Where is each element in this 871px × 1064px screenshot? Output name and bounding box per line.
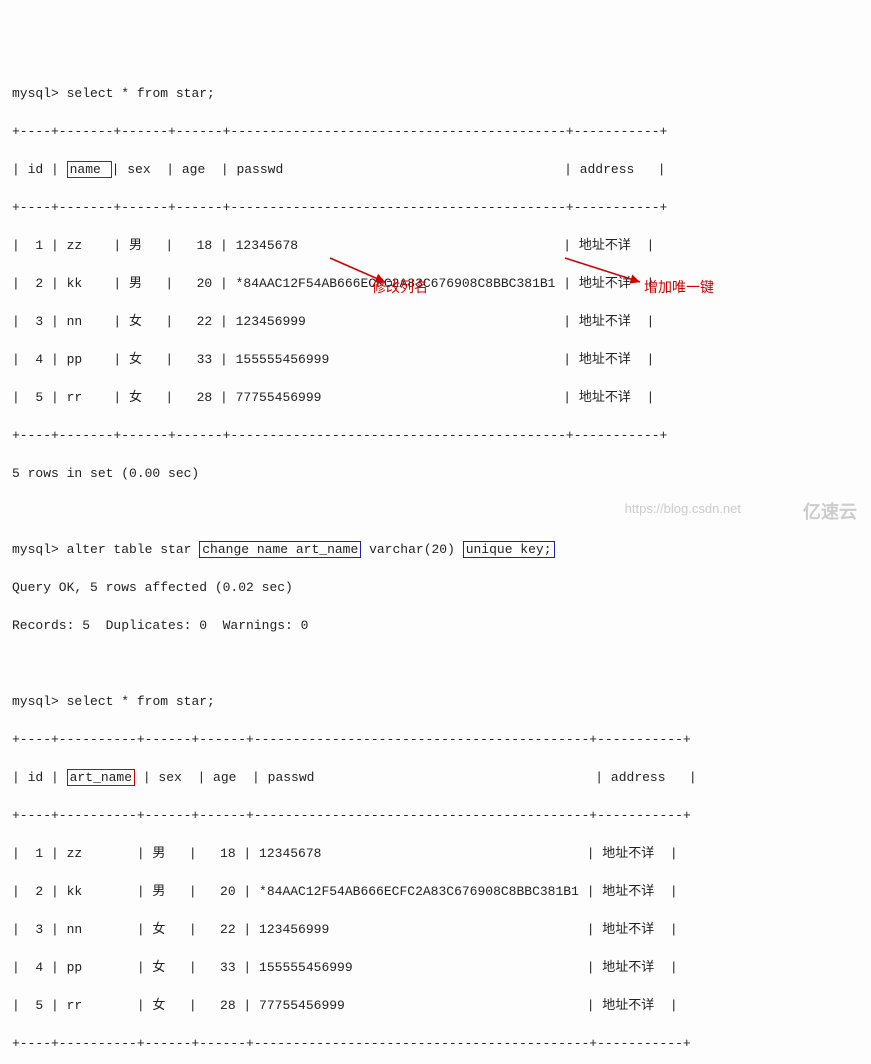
- table-row: | 3 | nn | 女 | 22 | 123456999 | 地址不详 |: [12, 920, 863, 939]
- logo-text: 亿速云: [803, 503, 857, 522]
- arrow-right-icon: [560, 256, 650, 288]
- records-info: Records: 5 Duplicates: 0 Warnings: 0: [12, 616, 863, 635]
- annotation-unique-key: 增加唯一键: [644, 280, 714, 299]
- watermark-text: https://blog.csdn.net: [625, 499, 741, 518]
- table-row: | 2 | kk | 男 | 20 | *84AAC12F54AB666ECFC…: [12, 274, 863, 293]
- table-row: | 5 | rr | 女 | 28 | 77755456999 | 地址不详 |: [12, 996, 863, 1015]
- separator: +----+----------+------+------+---------…: [12, 806, 863, 825]
- table-row: | 5 | rr | 女 | 28 | 77755456999 | 地址不详 |: [12, 388, 863, 407]
- separator: +----+----------+------+------+---------…: [12, 1034, 863, 1053]
- table-row: | 3 | nn | 女 | 22 | 123456999 | 地址不详 |: [12, 312, 863, 331]
- separator: +----+-------+------+------+------------…: [12, 426, 863, 445]
- separator: +----+-------+------+------+------------…: [12, 122, 863, 141]
- summary-1: 5 rows in set (0.00 sec): [12, 464, 863, 483]
- table-row: | 1 | zz | 男 | 18 | 12345678 | 地址不详 |: [12, 844, 863, 863]
- table-row: | 4 | pp | 女 | 33 | 155555456999 | 地址不详 …: [12, 350, 863, 369]
- header-1: | id | name | sex | age | passwd | addre…: [12, 160, 863, 179]
- header-2: | id | art_name | sex | age | passwd | a…: [12, 768, 863, 787]
- unique-clause-highlight: unique key;: [463, 541, 555, 558]
- query-2: mysql> select * from star;: [12, 692, 863, 711]
- alter-query: mysql> alter table star change name art_…: [12, 540, 863, 559]
- annotation-rename: 修改列名: [372, 280, 428, 299]
- art-name-column-highlight: art_name: [67, 769, 135, 786]
- rows-affected: Query OK, 5 rows affected (0.02 sec): [12, 578, 863, 597]
- table-row: | 1 | zz | 男 | 18 | 12345678 | 地址不详 |: [12, 236, 863, 255]
- change-clause-highlight: change name art_name: [199, 541, 361, 558]
- table-row: | 4 | pp | 女 | 33 | 155555456999 | 地址不详 …: [12, 958, 863, 977]
- table-row: | 2 | kk | 男 | 20 | *84AAC12F54AB666ECFC…: [12, 882, 863, 901]
- name-column-highlight: name: [67, 161, 112, 178]
- separator: +----+----------+------+------+---------…: [12, 730, 863, 749]
- query-1: mysql> select * from star;: [12, 84, 863, 103]
- separator: +----+-------+------+------+------------…: [12, 198, 863, 217]
